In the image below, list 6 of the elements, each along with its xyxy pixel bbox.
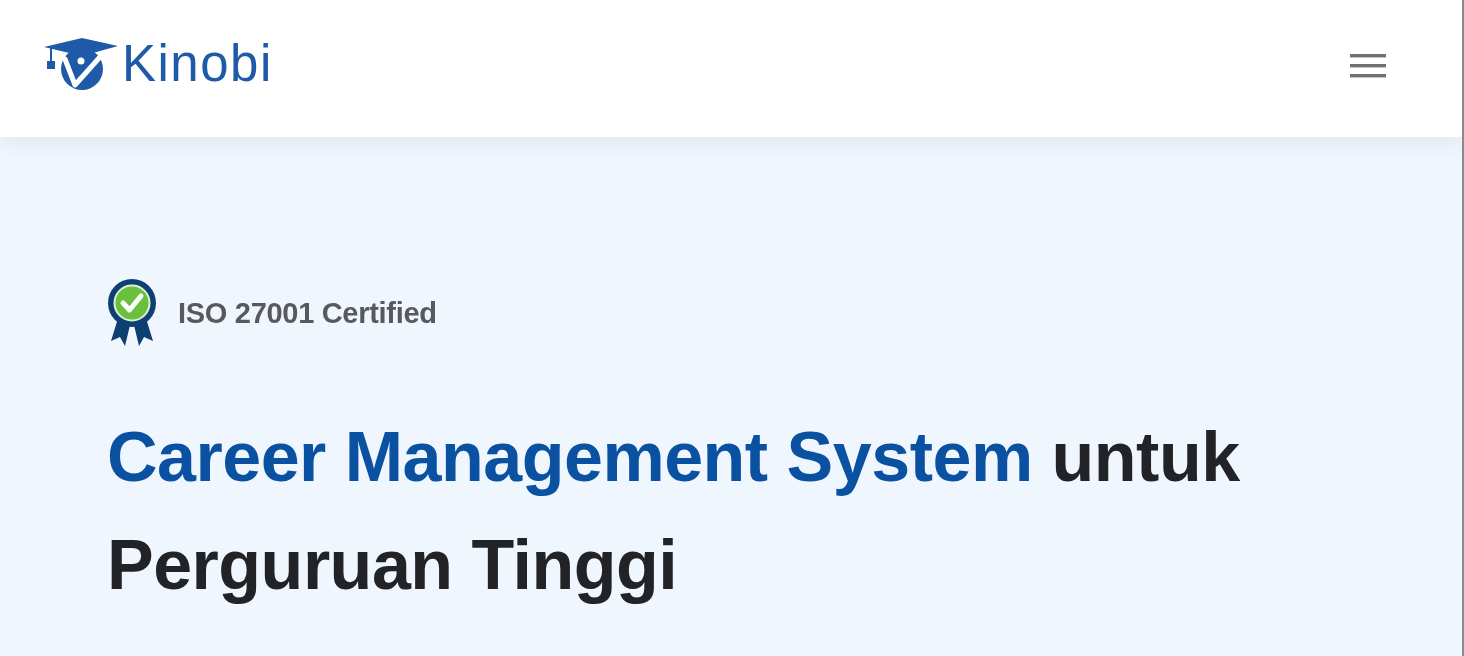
menu-button[interactable] [1350, 53, 1386, 78]
certification-label: ISO 27001 Certified [178, 296, 437, 330]
logo-link[interactable]: Kinobi [42, 37, 273, 90]
award-ribbon-icon [107, 279, 157, 347]
menu-icon [1350, 53, 1386, 78]
hero-heading: Career Management System untuk Perguruan Tinggi [107, 417, 1241, 606]
